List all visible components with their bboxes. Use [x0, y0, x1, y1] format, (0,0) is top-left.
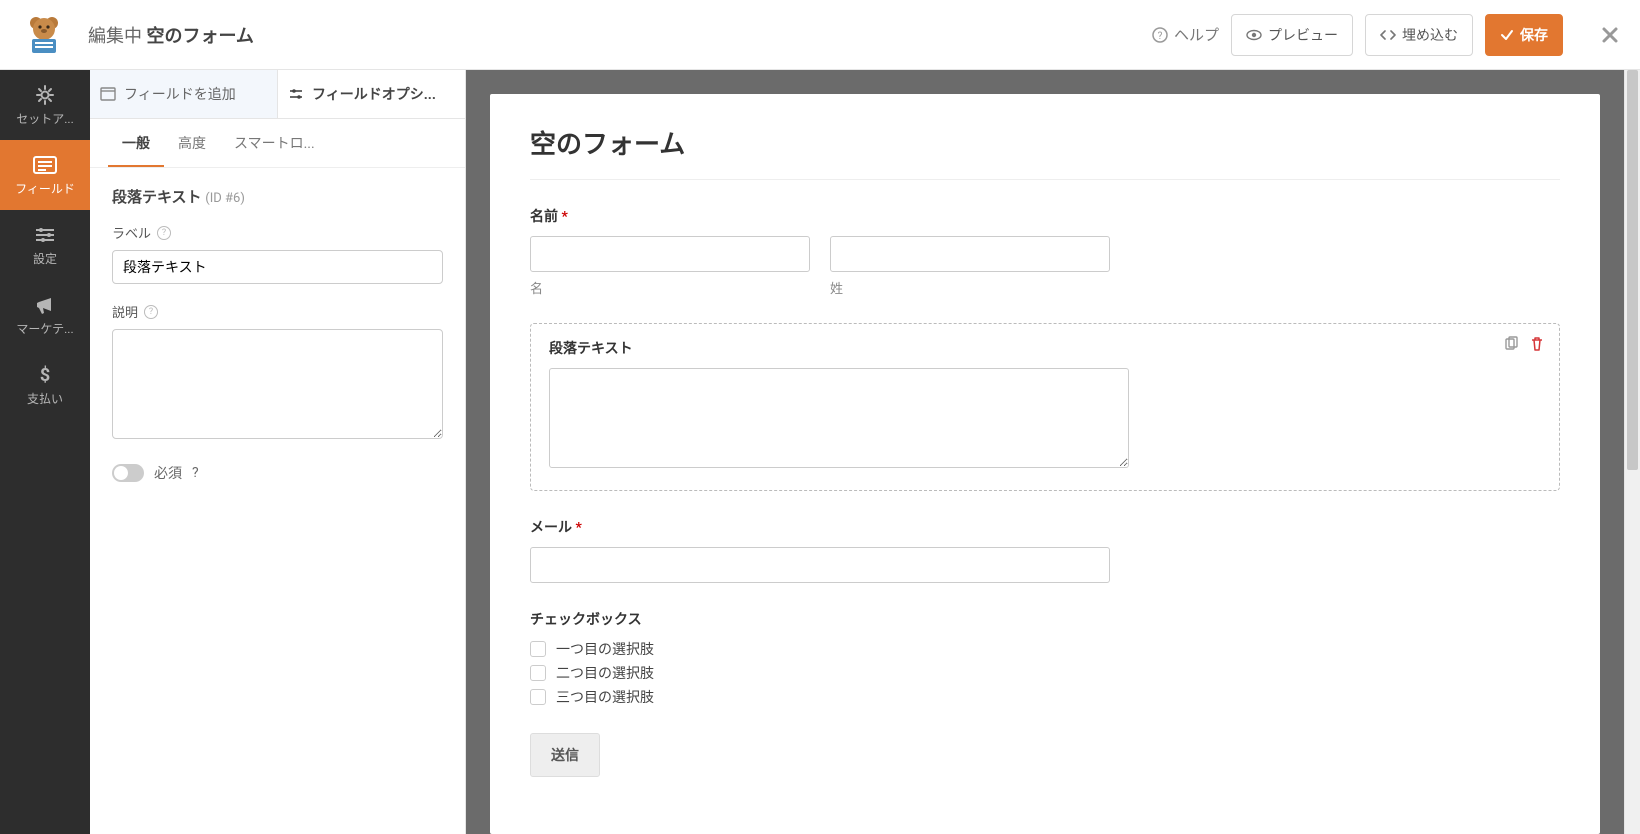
required-toggle[interactable]: [112, 464, 144, 482]
title-prefix: 編集中: [88, 26, 142, 47]
label-text: ラベル: [112, 223, 151, 242]
help-icon[interactable]: ?: [144, 305, 158, 319]
help-icon: ?: [1152, 27, 1168, 43]
description-text: 説明: [112, 302, 138, 321]
last-name-input[interactable]: [830, 236, 1110, 272]
checkbox-option[interactable]: 一つ目の選択肢: [530, 639, 1560, 659]
name-label: 名前 *: [530, 206, 1560, 226]
checkbox-option[interactable]: 二つ目の選択肢: [530, 663, 1560, 683]
bullhorn-icon: [34, 294, 56, 316]
sidebar-panel: フィールドを追加 フィールドオプシ... 一般 高度 スマートロ... 段落テキ…: [90, 70, 466, 834]
form-name: 空のフォーム: [146, 26, 253, 47]
sliders-small-icon: [288, 87, 304, 101]
label-input[interactable]: [112, 250, 443, 284]
close-button[interactable]: [1600, 25, 1620, 45]
help-icon[interactable]: ?: [192, 465, 199, 481]
field-type-title: 段落テキスト (ID #6): [112, 186, 443, 207]
tab-field-options[interactable]: フィールドオプシ...: [277, 70, 465, 118]
sliders-icon: [34, 224, 56, 246]
checkbox-option[interactable]: 三つ目の選択肢: [530, 687, 1560, 707]
checkbox-input[interactable]: [530, 689, 546, 705]
nav-label: マーケテ...: [16, 320, 73, 337]
field-paragraph-selected[interactable]: 段落テキスト: [530, 323, 1560, 491]
required-label: 必須: [154, 463, 182, 483]
field-checkbox[interactable]: チェックボックス 一つ目の選択肢 二つ目の選択肢 三つ目の選択肢: [530, 609, 1560, 707]
preview-button[interactable]: プレビュー: [1231, 14, 1353, 56]
preview-label: プレビュー: [1268, 25, 1338, 45]
tab-add-field[interactable]: フィールドを追加: [90, 70, 277, 118]
subtab-general[interactable]: 一般: [108, 119, 164, 167]
tab-label: フィールドオプシ...: [312, 84, 436, 104]
window-icon: [100, 87, 116, 101]
checkbox-label: チェックボックス: [530, 609, 1560, 629]
code-icon: [1380, 27, 1396, 43]
checkbox-input[interactable]: [530, 641, 546, 657]
subtab-smart-logic[interactable]: スマートロ...: [220, 119, 329, 167]
nav-item-payments[interactable]: $ 支払い: [0, 350, 90, 420]
field-name[interactable]: 名前 * 名 姓: [530, 206, 1560, 297]
last-name-sublabel: 姓: [830, 278, 1110, 297]
checkbox-input[interactable]: [530, 665, 546, 681]
nav-item-setup[interactable]: セットア...: [0, 70, 90, 140]
delete-field-button[interactable]: [1529, 336, 1545, 352]
page-title: 編集中 空のフォーム: [88, 22, 254, 48]
scrollbar-thumb[interactable]: [1627, 70, 1638, 470]
nav-label: セットア...: [16, 110, 74, 127]
svg-text:?: ?: [1158, 31, 1163, 42]
nav-label: 支払い: [27, 390, 63, 407]
help-icon[interactable]: ?: [157, 226, 171, 240]
subtab-advanced[interactable]: 高度: [164, 119, 220, 167]
checkbox-option-label: 三つ目の選択肢: [556, 687, 654, 707]
duplicate-field-button[interactable]: [1503, 336, 1519, 352]
help-label: ヘルプ: [1174, 24, 1219, 45]
paragraph-textarea[interactable]: [549, 368, 1129, 468]
submit-button[interactable]: 送信: [530, 733, 600, 777]
embed-label: 埋め込む: [1402, 25, 1458, 45]
nav-label: フィールド: [15, 180, 75, 197]
check-icon: [1500, 28, 1514, 42]
description-field-label: 説明 ?: [112, 302, 443, 321]
label-field-label: ラベル ?: [112, 223, 443, 242]
gear-icon: [34, 84, 56, 106]
nav-item-marketing[interactable]: マーケテ...: [0, 280, 90, 350]
field-id: (ID #6): [205, 191, 245, 206]
app-logo: [20, 11, 68, 59]
nav-item-fields[interactable]: フィールド: [0, 140, 90, 210]
form-title: 空のフォーム: [530, 124, 1560, 180]
nav-item-settings[interactable]: 設定: [0, 210, 90, 280]
trash-icon: [1529, 336, 1545, 352]
tab-label: フィールドを追加: [124, 84, 236, 104]
nav-label: 設定: [33, 250, 57, 267]
preview-area: 空のフォーム 名前 * 名 姓: [466, 70, 1624, 834]
eye-icon: [1246, 27, 1262, 43]
email-input[interactable]: [530, 547, 1110, 583]
first-name-input[interactable]: [530, 236, 810, 272]
embed-button[interactable]: 埋め込む: [1365, 14, 1473, 56]
help-link[interactable]: ? ヘルプ: [1152, 24, 1219, 45]
save-button[interactable]: 保存: [1485, 14, 1563, 56]
dollar-icon: $: [34, 364, 56, 386]
description-textarea[interactable]: [112, 329, 443, 439]
field-email[interactable]: メール *: [530, 517, 1560, 583]
checkbox-option-label: 一つ目の選択肢: [556, 639, 654, 659]
svg-text:$: $: [40, 365, 50, 386]
copy-icon: [1503, 336, 1519, 352]
top-bar: 編集中 空のフォーム ? ヘルプ プレビュー 埋め込む: [0, 0, 1640, 70]
field-type-name: 段落テキスト: [112, 188, 202, 206]
save-label: 保存: [1520, 25, 1548, 45]
form-icon: [32, 154, 58, 176]
paragraph-label: 段落テキスト: [549, 338, 1541, 358]
first-name-sublabel: 名: [530, 278, 810, 297]
vertical-scrollbar[interactable]: [1624, 70, 1640, 834]
close-icon: [1600, 25, 1620, 45]
checkbox-option-label: 二つ目の選択肢: [556, 663, 654, 683]
email-label: メール *: [530, 517, 1560, 537]
left-nav: セットア... フィールド 設定 マーケテ...: [0, 70, 90, 834]
